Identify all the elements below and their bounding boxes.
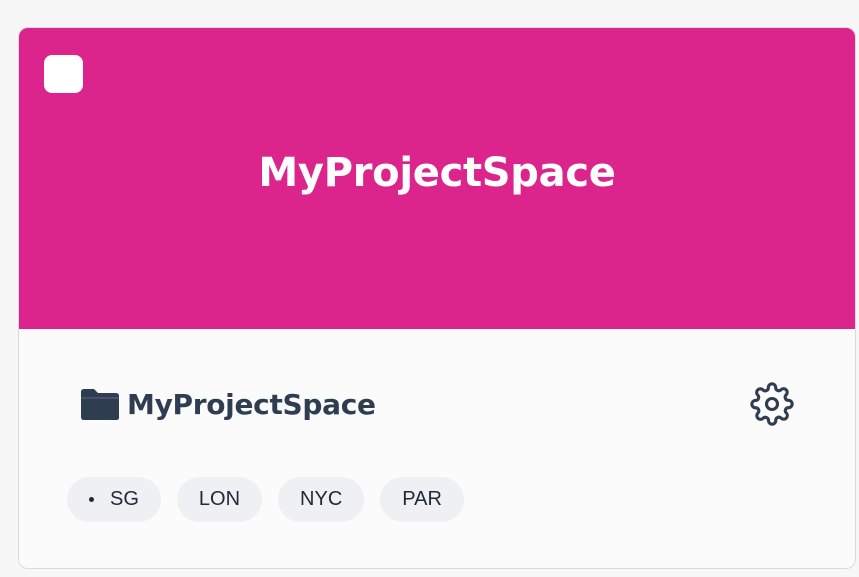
tag-label: NYC bbox=[300, 488, 343, 510]
tag-nyc[interactable]: NYC bbox=[278, 477, 365, 522]
tag-par[interactable]: PAR bbox=[380, 477, 464, 522]
tag-lon[interactable]: LON bbox=[176, 477, 263, 522]
tag-label: LON bbox=[198, 488, 241, 510]
select-checkbox[interactable] bbox=[44, 55, 83, 93]
banner-title: MyProjectSpace bbox=[258, 150, 616, 196]
project-name-row[interactable]: MyProjectSpace bbox=[79, 384, 376, 424]
project-banner[interactable]: MyProjectSpace bbox=[19, 28, 855, 329]
tag-label: SG bbox=[110, 488, 139, 510]
folder-icon bbox=[79, 386, 121, 422]
tag-label: PAR bbox=[402, 488, 442, 510]
location-tags: SG LON NYC PAR bbox=[67, 477, 464, 522]
project-name[interactable]: MyProjectSpace bbox=[127, 388, 376, 421]
active-dot-icon bbox=[89, 497, 94, 502]
project-card[interactable]: MyProjectSpace MyProjectSpace SG LON NYC… bbox=[18, 27, 856, 569]
card-footer: MyProjectSpace SG LON NYC PAR bbox=[19, 329, 855, 568]
tag-sg[interactable]: SG bbox=[67, 477, 161, 522]
gear-icon[interactable] bbox=[750, 382, 794, 426]
